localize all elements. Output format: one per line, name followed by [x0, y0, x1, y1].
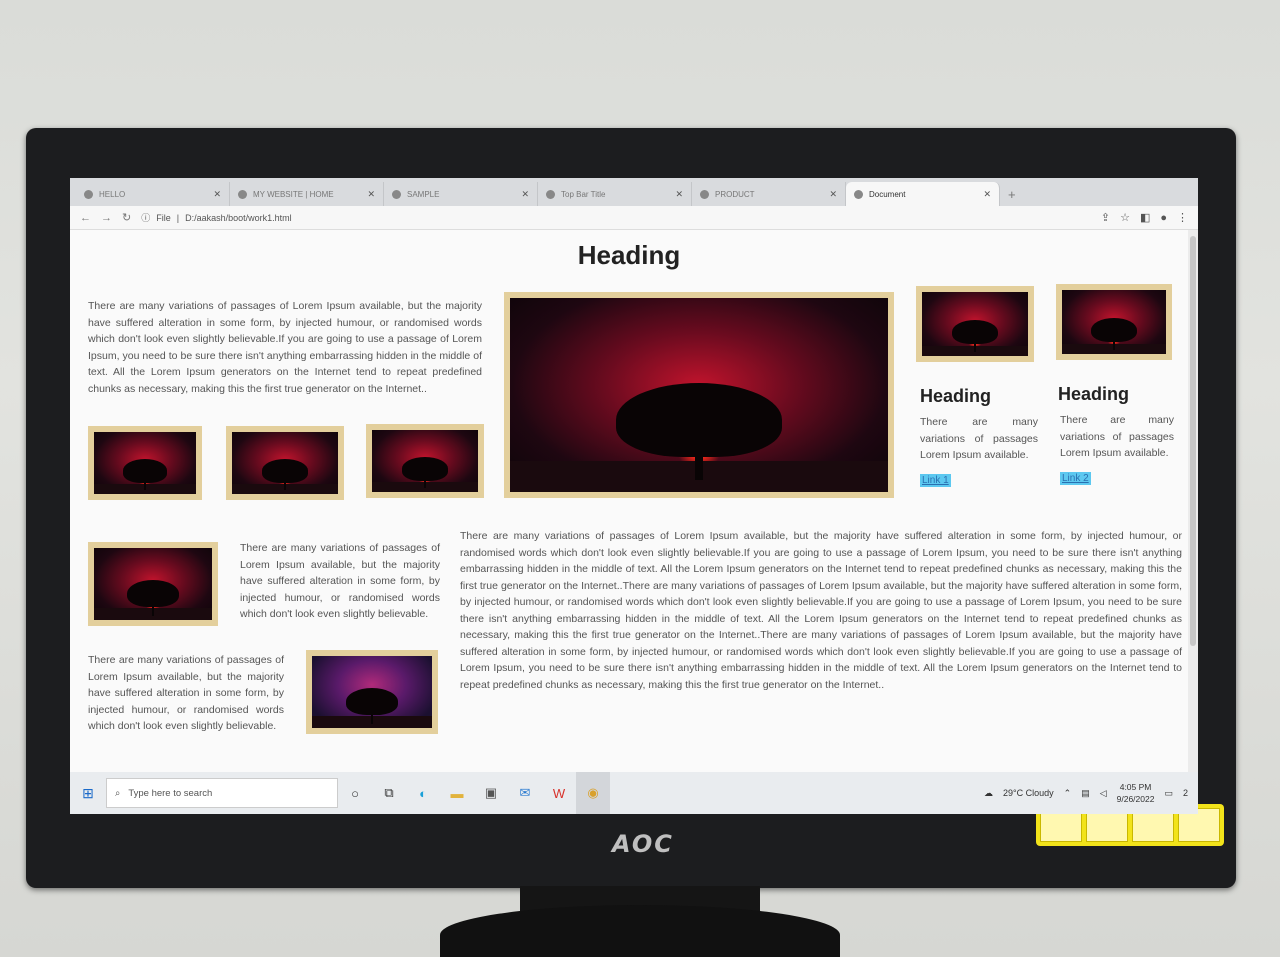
media-text-2: There are many variations of passages of…: [88, 654, 284, 732]
search-icon: ⌕: [115, 787, 121, 799]
clock-time: 4:05 PM: [1119, 782, 1152, 792]
bookmark-star-icon[interactable]: ☆: [1120, 211, 1130, 224]
favicon-icon: [84, 189, 93, 199]
cortana-icon[interactable]: ○: [338, 786, 372, 801]
monitor-base: [440, 905, 840, 957]
favicon-icon: [700, 189, 709, 199]
mail-icon[interactable]: ✉: [508, 785, 542, 801]
media-image-2: [306, 650, 438, 734]
card-1-text: There are many variations of passages Lo…: [920, 416, 1038, 461]
monitor-brand-logo: AOC: [612, 830, 674, 858]
tab-strip: HELLO ✕ MY WEBSITE | HOME ✕ SAMPLE ✕ Top Ba…: [70, 178, 1198, 206]
thumbnail-image-2: [226, 426, 344, 500]
menu-kebab-icon[interactable]: ⋮: [1177, 211, 1188, 224]
card-1-link[interactable]: Link 1: [920, 474, 951, 487]
media-image-1: [88, 542, 218, 626]
card-image-1: [916, 286, 1034, 362]
reload-icon[interactable]: ↻: [122, 211, 131, 224]
back-icon[interactable]: ←: [80, 212, 91, 224]
clock-date: 9/26/2022: [1116, 794, 1155, 804]
favicon-icon: [546, 189, 555, 199]
volume-icon[interactable]: ◁: [1100, 788, 1107, 799]
favicon-icon: [392, 189, 401, 199]
weather-text[interactable]: 29°C Cloudy: [1003, 788, 1054, 798]
chrome-icon[interactable]: ◉: [576, 772, 610, 814]
edge-icon[interactable]: ◐: [406, 786, 440, 801]
task-view-icon[interactable]: ⧉: [372, 785, 406, 801]
file-explorer-icon[interactable]: ▬: [440, 786, 474, 801]
tab-document[interactable]: Document ✕: [846, 182, 1000, 206]
search-placeholder: Type here to search: [128, 787, 213, 799]
notification-count: 2: [1182, 788, 1188, 798]
hero-image: [504, 292, 894, 498]
system-tray: ☁ 29°C Cloudy ⌃ ▤ ◁ 4:05 PM 9/26/2022 ▭ …: [984, 781, 1198, 805]
windows-icon[interactable]: ⊞: [70, 785, 106, 802]
notification-icon[interactable]: ▭: [1164, 788, 1173, 799]
page-title: Heading: [577, 240, 681, 270]
close-icon[interactable]: ✕: [213, 189, 221, 200]
close-icon[interactable]: ✕: [521, 189, 529, 200]
tab-top-bar-title[interactable]: Top Bar Title ✕: [538, 182, 692, 206]
chevron-up-icon[interactable]: ⌃: [1064, 788, 1072, 799]
clock[interactable]: 4:05 PM 9/26/2022: [1117, 781, 1155, 805]
windows-taskbar: ⊞ ⌕ Type here to search ○ ⧉ ◐ ▬ ▣ ✉ W ◉ …: [70, 772, 1198, 814]
card-2-link[interactable]: Link 2: [1060, 472, 1091, 485]
taskbar-search-box[interactable]: ⌕ Type here to search: [106, 778, 338, 808]
web-page: Heading There are many variations of pas…: [70, 230, 1188, 772]
wps-icon[interactable]: W: [542, 786, 576, 801]
thumbnail-image-1: [88, 426, 202, 500]
tab-hello[interactable]: HELLO ✕: [76, 182, 230, 206]
card-image-2: [1056, 284, 1172, 360]
scrollbar-thumb[interactable]: [1190, 236, 1196, 646]
card-2-heading: Heading: [1058, 384, 1130, 404]
tab-product[interactable]: PRODUCT ✕: [692, 182, 846, 206]
address-divider: |: [176, 212, 180, 223]
close-icon[interactable]: ✕: [829, 189, 837, 200]
favicon-icon: [238, 189, 247, 199]
weather-icon[interactable]: ☁: [984, 788, 993, 799]
address-bar[interactable]: ⓘ File | D:/aakash/boot/work1.html: [141, 211, 1091, 224]
share-icon[interactable]: ⇪: [1101, 211, 1110, 224]
network-icon[interactable]: ▤: [1081, 788, 1090, 799]
address-path: D:/aakash/boot/work1.html: [185, 212, 292, 223]
close-icon[interactable]: ✕: [675, 189, 683, 200]
tab-sample[interactable]: SAMPLE ✕: [384, 182, 538, 206]
thumbnail-image-3: [366, 424, 484, 498]
sidepanel-icon[interactable]: ◧: [1140, 211, 1150, 224]
store-icon[interactable]: ▣: [474, 785, 508, 801]
page-scrollbar[interactable]: [1188, 230, 1198, 772]
long-paragraph: There are many variations of passages of…: [460, 530, 1182, 691]
address-scheme: File: [156, 212, 171, 223]
card-1-heading: Heading: [920, 386, 992, 406]
favicon-icon: [854, 189, 863, 199]
close-icon[interactable]: ✕: [983, 189, 991, 200]
profile-avatar-icon[interactable]: ●: [1160, 212, 1167, 224]
screen: HELLO ✕ MY WEBSITE | HOME ✕ SAMPLE ✕ Top Ba…: [70, 178, 1198, 814]
tab-my-website[interactable]: MY WEBSITE | HOME ✕: [230, 182, 384, 206]
close-icon[interactable]: ✕: [367, 189, 375, 200]
media-text-1: There are many variations of passages of…: [240, 542, 440, 620]
info-icon[interactable]: ⓘ: [141, 211, 150, 224]
forward-icon[interactable]: →: [101, 212, 112, 224]
card-2-text: There are many variations of passages Lo…: [1060, 414, 1174, 459]
intro-paragraph: There are many variations of passages of…: [88, 300, 482, 395]
new-tab-button[interactable]: +: [1000, 187, 1024, 206]
browser-toolbar: ← → ↻ ⓘ File | D:/aakash/boot/work1.html…: [70, 206, 1198, 230]
